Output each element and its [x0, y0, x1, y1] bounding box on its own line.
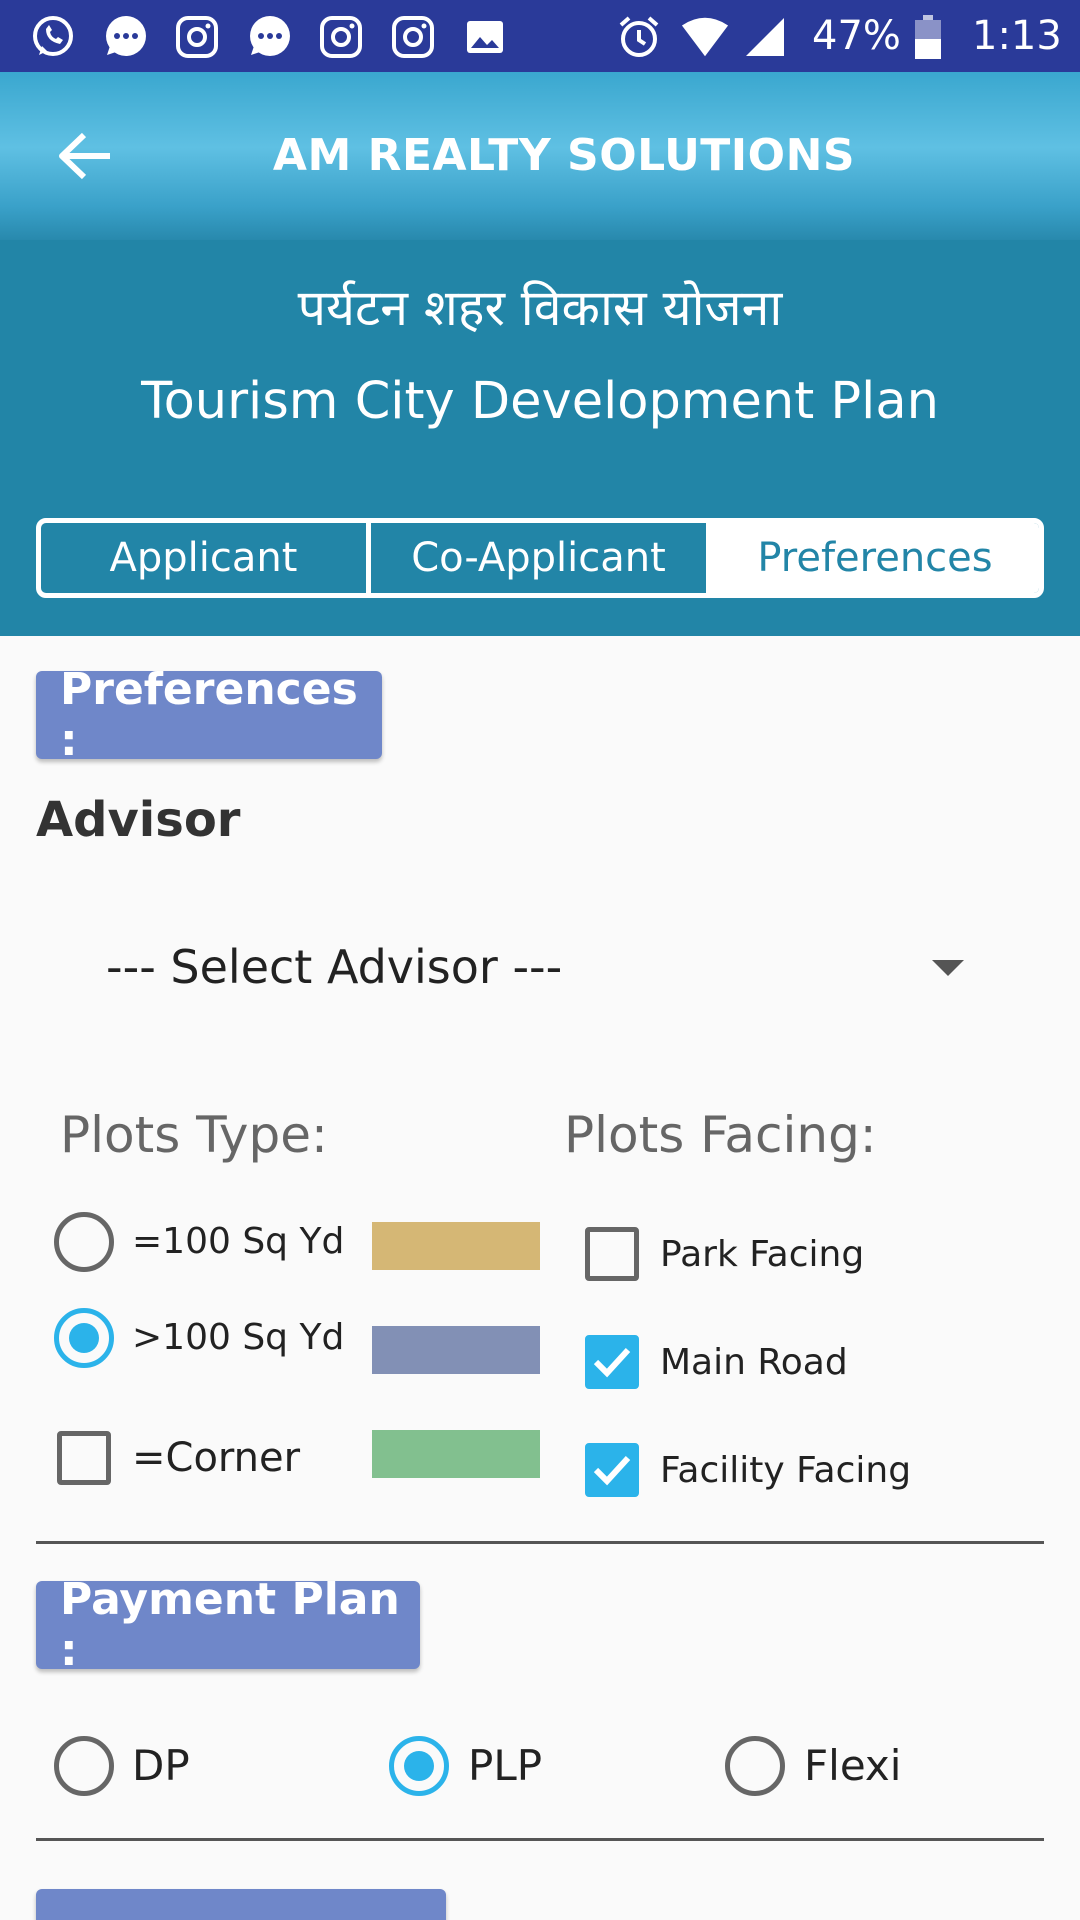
message-icon: [244, 12, 294, 62]
plots-type-label: Plots Type:: [60, 1106, 328, 1164]
plot-type-color-swatch: [372, 1222, 540, 1270]
wifi-icon: [680, 12, 730, 62]
app-screen: 47% 1:13 AM REALTY SOLUTIONS पर्यटन शहर …: [0, 0, 1080, 1920]
image-icon: [460, 12, 510, 62]
advisor-selected-value: --- Select Advisor ---: [106, 940, 563, 994]
app-bar: AM REALTY SOLUTIONS: [0, 72, 1080, 240]
tab-co-applicant[interactable]: Co-Applicant: [371, 523, 711, 593]
payment-plan-section-label: Payment Plan :: [36, 1574, 420, 1676]
plot-type-color-swatch: [372, 1430, 540, 1478]
next-section-label: [36, 1889, 446, 1920]
plot-facing-label: Main Road: [660, 1342, 848, 1383]
payment-option-label: PLP: [468, 1741, 543, 1790]
plot-type-corner-checkbox[interactable]: [57, 1431, 111, 1485]
battery-percent: 47%: [812, 13, 901, 59]
section-divider: [36, 1838, 1044, 1841]
plot-facing-label: Facility Facing: [660, 1450, 912, 1491]
tab-label: Applicant: [109, 535, 298, 581]
battery-icon: [903, 12, 953, 62]
english-title: Tourism City Development Plan: [141, 372, 939, 431]
hindi-title: पर्यटन शहर विकास योजना: [297, 279, 783, 337]
tab-label: Co-Applicant: [411, 535, 666, 581]
app-title: AM REALTY SOLUTIONS: [272, 130, 856, 181]
plot-type-color-swatch: [372, 1326, 540, 1374]
payment-option-label: Flexi: [804, 1741, 902, 1790]
main-road-checkbox[interactable]: [585, 1335, 639, 1389]
plot-type-100-radio[interactable]: [54, 1212, 114, 1272]
park-facing-checkbox[interactable]: [585, 1227, 639, 1281]
preferences-section-label: Preferences :: [36, 664, 382, 766]
advisor-dropdown[interactable]: --- Select Advisor ---: [36, 900, 1044, 1030]
tab-applicant[interactable]: Applicant: [41, 523, 371, 593]
plan-header: पर्यटन शहर विकास योजना Tourism City Deve…: [0, 240, 1080, 636]
plot-type-label: =100 Sq Yd: [132, 1221, 345, 1262]
tab-label: Preferences: [757, 535, 993, 581]
plot-type-label: >100 Sq Yd: [132, 1317, 345, 1358]
instagram-icon: [388, 12, 438, 62]
alarm-icon: [614, 12, 664, 62]
instagram-icon: [172, 12, 222, 62]
tab-bar: Applicant Co-Applicant Preferences: [36, 518, 1044, 598]
payment-dp-radio[interactable]: [54, 1736, 114, 1796]
facility-facing-checkbox[interactable]: [585, 1443, 639, 1497]
clock: 1:13: [972, 13, 1062, 59]
plot-type-above-100-radio[interactable]: [54, 1308, 114, 1368]
tab-preferences[interactable]: Preferences: [711, 523, 1039, 593]
instagram-icon: [316, 12, 366, 62]
message-icon: [100, 12, 150, 62]
plot-facing-label: Park Facing: [660, 1234, 865, 1275]
check-icon: [593, 1455, 631, 1486]
advisor-label: Advisor: [36, 792, 241, 848]
signal-icon: [740, 12, 790, 62]
payment-flexi-radio[interactable]: [725, 1736, 785, 1796]
status-bar: 47% 1:13: [0, 0, 1080, 72]
section-divider: [36, 1541, 1044, 1544]
plot-type-label: =Corner: [132, 1435, 301, 1481]
payment-plp-radio[interactable]: [389, 1736, 449, 1796]
payment-option-label: DP: [132, 1741, 190, 1790]
whatsapp-icon: [28, 12, 78, 62]
plots-facing-label: Plots Facing:: [564, 1106, 877, 1164]
dropdown-arrow-icon: [932, 960, 964, 976]
check-icon: [593, 1347, 631, 1378]
